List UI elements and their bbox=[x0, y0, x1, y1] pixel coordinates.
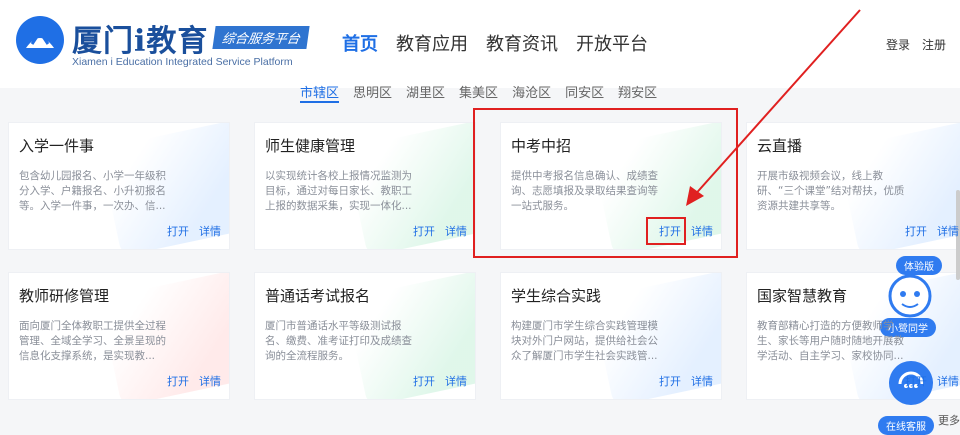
open-button[interactable]: 打开 bbox=[167, 223, 189, 239]
card-title: 中考中招 bbox=[511, 137, 572, 155]
district-tabs: 市辖区 思明区 湖里区 集美区 海沧区 同安区 翔安区 bbox=[300, 82, 657, 103]
card-description: 面向厦门全体教职工提供全过程管理、全域全学习、全景呈现的信息化支撑系统，是实现教… bbox=[19, 320, 166, 362]
district-tab[interactable]: 集美区 bbox=[459, 82, 498, 103]
card-title: 普通话考试报名 bbox=[265, 287, 371, 305]
card-title: 云直播 bbox=[757, 137, 803, 155]
card-actions: 打开 详情 bbox=[659, 373, 713, 389]
district-tab[interactable]: 同安区 bbox=[565, 82, 604, 103]
card-description: 开展市级视频会议，线上教研、“三个课堂”结对帮扶，优质资源共建共享等。 bbox=[757, 170, 905, 212]
detail-button[interactable]: 详情 bbox=[691, 373, 713, 389]
card-actions: 打开 详情 bbox=[905, 373, 959, 389]
card-title: 教师研修管理 bbox=[19, 287, 110, 305]
more-link[interactable]: 更多 bbox=[938, 412, 960, 428]
detail-button[interactable]: 详情 bbox=[937, 223, 959, 239]
detail-button[interactable]: 详情 bbox=[937, 373, 959, 389]
card-description: 教育部精心打造的方便教师学生、家长等用户随时随地开展教学活动、自主学习、家校协同… bbox=[757, 320, 904, 362]
card-actions: 打开 详情 bbox=[413, 223, 467, 239]
open-button[interactable]: 打开 bbox=[659, 373, 681, 389]
mascot-icon[interactable] bbox=[882, 268, 938, 320]
card-actions: 打开 详情 bbox=[167, 373, 221, 389]
app-card[interactable]: 入学一件事 包含幼儿园报名、小学一年级积分入学、户籍报名、小升初报名等。入学一件… bbox=[8, 122, 230, 250]
app-card[interactable]: 师生健康管理 以实现统计各校上报情况监测为目标，通过对每日家长、教职工上报的数据… bbox=[254, 122, 476, 250]
card-description: 构建厦门市学生综合实践管理模块对外门户网站，提供给社会公众了解厦门市学生社会实践… bbox=[511, 320, 658, 362]
register-link[interactable]: 注册 bbox=[922, 36, 946, 53]
district-tab[interactable]: 市辖区 bbox=[300, 82, 340, 103]
auth-links: 登录 注册 bbox=[886, 36, 946, 53]
open-button[interactable]: 打开 bbox=[905, 223, 927, 239]
open-button[interactable]: 打开 bbox=[413, 373, 435, 389]
nav-open-platform[interactable]: 开放平台 bbox=[576, 30, 648, 56]
app-card[interactable]: 教师研修管理 面向厦门全体教职工提供全过程管理、全域全学习、全景呈现的信息化支撑… bbox=[8, 272, 230, 400]
card-actions: 打开 详情 bbox=[659, 223, 713, 239]
logo-title: 厦门i教育 bbox=[72, 24, 209, 59]
district-tab[interactable]: 思明区 bbox=[353, 82, 392, 103]
detail-button[interactable]: 详情 bbox=[445, 373, 467, 389]
card-actions: 打开 详情 bbox=[905, 223, 959, 239]
card-description: 以实现统计各校上报情况监测为目标，通过对每日家长、教职工上报的数据采集，实现一体… bbox=[265, 170, 412, 212]
card-actions: 打开 详情 bbox=[413, 373, 467, 389]
nav-education-news[interactable]: 教育资讯 bbox=[486, 30, 558, 56]
card-title: 入学一件事 bbox=[19, 137, 95, 155]
card-actions: 打开 详情 bbox=[167, 223, 221, 239]
app-card[interactable]: 学生综合实践 构建厦门市学生综合实践管理模块对外门户网站，提供给社会公众了解厦门… bbox=[500, 272, 722, 400]
card-title: 学生综合实践 bbox=[511, 287, 602, 305]
card-description: 包含幼儿园报名、小学一年级积分入学、户籍报名、小升初报名等。入学一件事，一次办、… bbox=[19, 170, 166, 212]
login-link[interactable]: 登录 bbox=[886, 36, 910, 53]
logo-icon bbox=[16, 16, 64, 64]
open-button[interactable]: 打开 bbox=[413, 223, 435, 239]
detail-button[interactable]: 详情 bbox=[445, 223, 467, 239]
card-description: 厦门市普通话水平等级测试报名、缴费、准考证打印及成绩查询的全流程服务。 bbox=[265, 320, 412, 362]
nav-education-apps[interactable]: 教育应用 bbox=[396, 30, 468, 56]
card-title: 国家智慧教育 bbox=[757, 287, 848, 305]
nav-home[interactable]: 首页 bbox=[342, 30, 378, 56]
district-tab[interactable]: 翔安区 bbox=[618, 82, 657, 103]
logo-subtitle: Xiamen i Education Integrated Service Pl… bbox=[72, 56, 293, 68]
detail-button[interactable]: 详情 bbox=[199, 223, 221, 239]
card-description: 提供中考报名信息确认、成绩查询、志愿填报及录取结果查询等一站式服务。 bbox=[511, 170, 658, 212]
district-tab[interactable]: 湖里区 bbox=[406, 82, 445, 103]
open-button[interactable]: 打开 bbox=[905, 373, 927, 389]
app-card[interactable]: 普通话考试报名 厦门市普通话水平等级测试报名、缴费、准考证打印及成绩查询的全流程… bbox=[254, 272, 476, 400]
district-tab[interactable]: 海沧区 bbox=[512, 82, 551, 103]
open-button[interactable]: 打开 bbox=[659, 223, 681, 239]
open-button[interactable]: 打开 bbox=[167, 373, 189, 389]
detail-button[interactable]: 详情 bbox=[691, 223, 713, 239]
detail-button[interactable]: 详情 bbox=[199, 373, 221, 389]
main-nav: 首页 教育应用 教育资讯 开放平台 bbox=[342, 30, 648, 56]
logo-badge: 综合服务平台 bbox=[212, 26, 310, 49]
online-service-tag[interactable]: 在线客服 bbox=[878, 416, 934, 435]
logo[interactable]: 厦门i教育 综合服务平台 Xiamen i Education Integrat… bbox=[14, 12, 314, 72]
card-title: 师生健康管理 bbox=[265, 137, 356, 155]
